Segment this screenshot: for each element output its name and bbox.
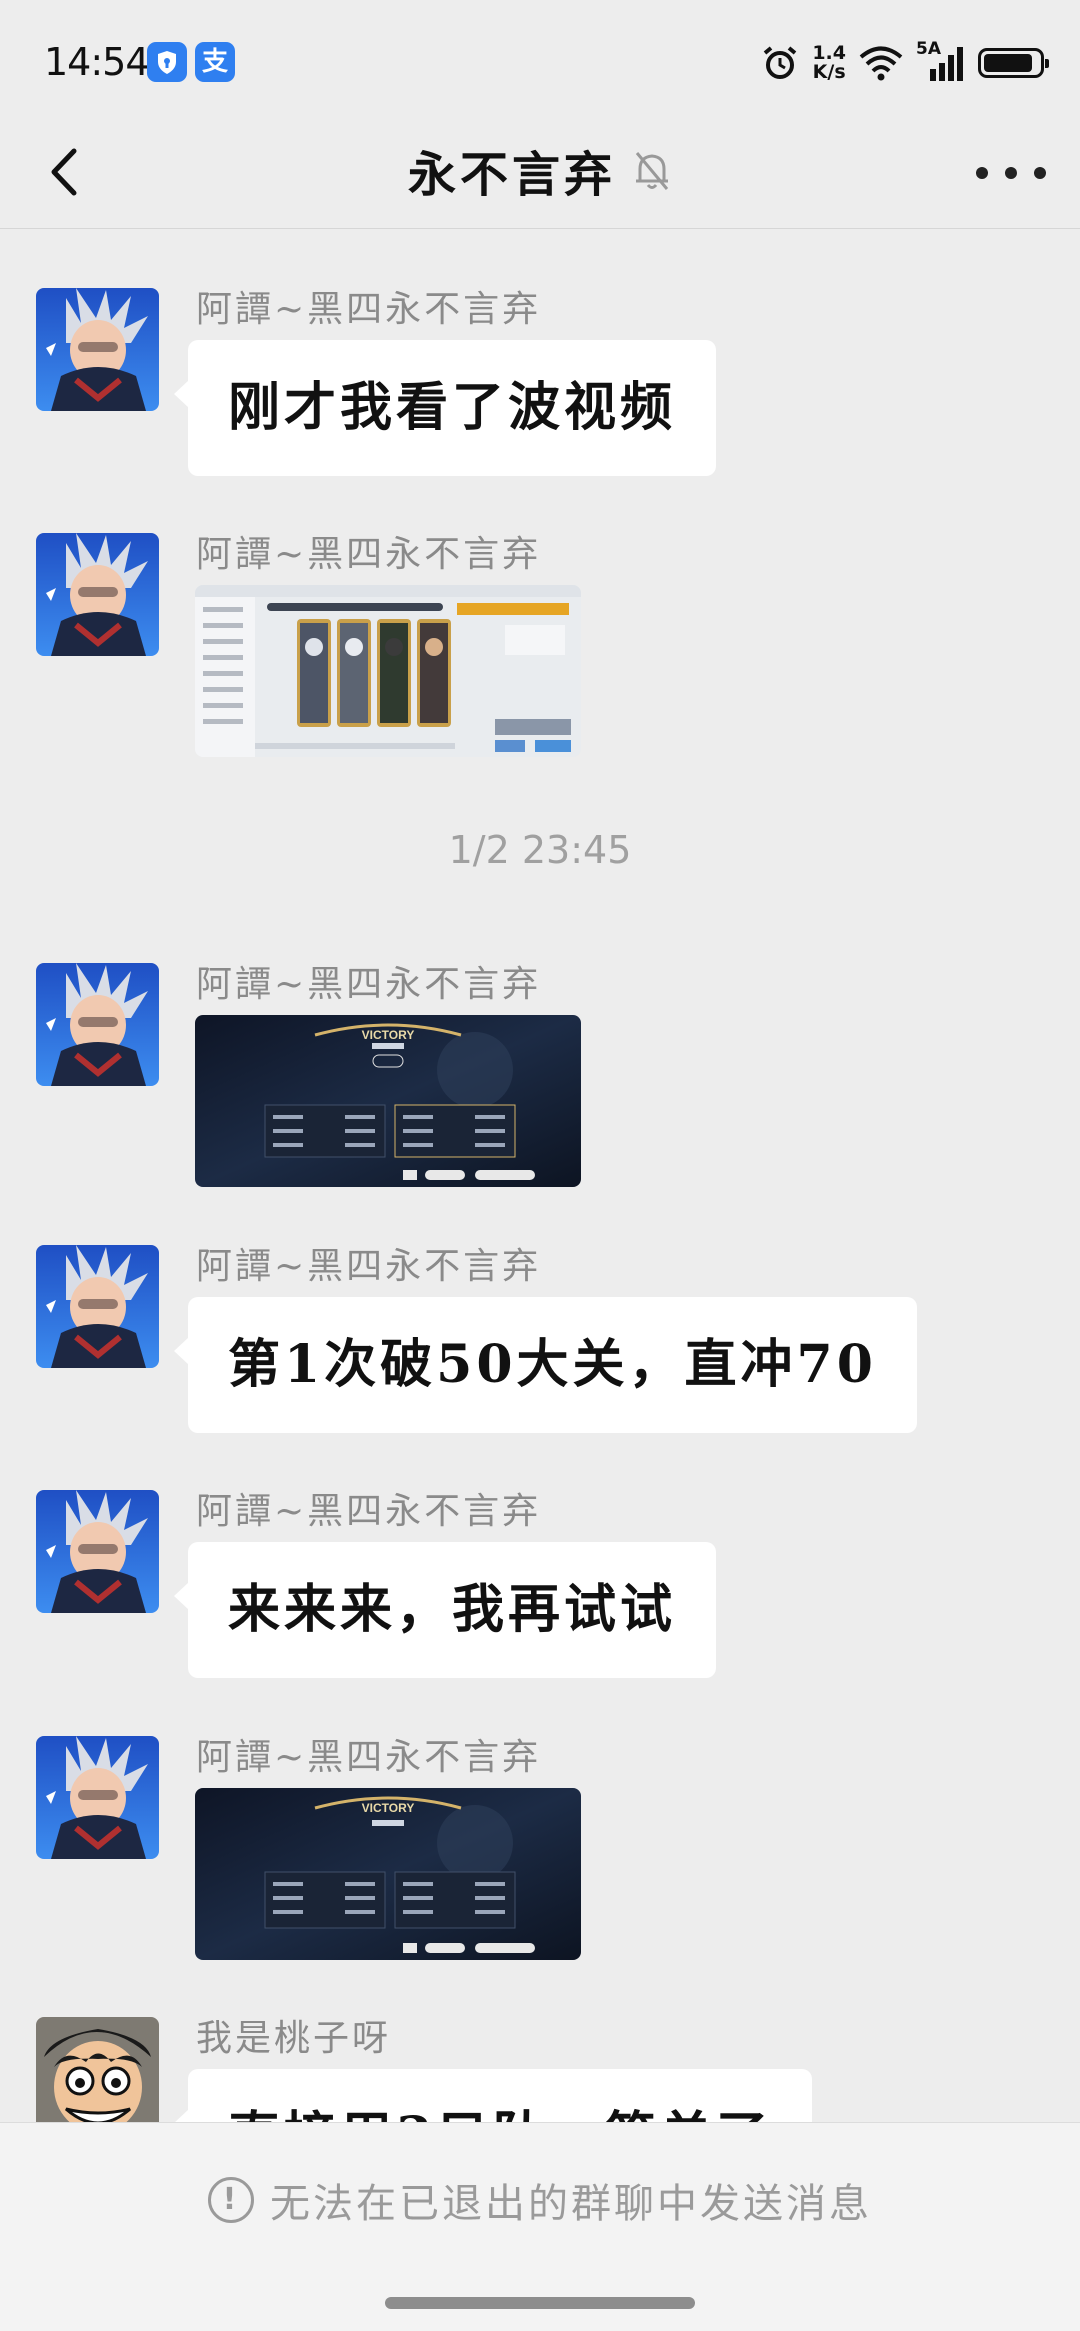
avatar[interactable]: [36, 2017, 159, 2122]
svg-text:VICTORY: VICTORY: [362, 1801, 415, 1815]
text-bubble[interactable]: 直接用3只队，简单了: [173, 2069, 813, 2122]
left-group-notice: ! 无法在已退出的群聊中发送消息: [0, 2171, 1080, 2229]
battery-icon: [978, 48, 1049, 78]
message-timestamp: 1/2 23:45: [448, 828, 632, 872]
chat-messages[interactable]: 阿譚~黑四永不言弃 刚才我看了波视频 阿譚~黑四永不言弃 1/2 23:45 阿…: [0, 229, 1080, 2122]
bell-off-icon: [635, 152, 669, 190]
cellular-signal-icon: 5A: [916, 39, 966, 83]
status-bar: 14:54 支 1.4 K/s 5A: [0, 0, 1080, 125]
avatar[interactable]: [36, 1490, 159, 1613]
sender-name: 我是桃子呀: [196, 2018, 392, 2059]
avatar[interactable]: [36, 1736, 159, 1859]
exclamation-circle-icon: !: [208, 2177, 254, 2223]
svg-text:VICTORY: VICTORY: [362, 1028, 415, 1042]
input-area: ! 无法在已退出的群聊中发送消息: [0, 2122, 1080, 2331]
dot-icon: [976, 167, 988, 179]
shield-app-icon: [147, 42, 187, 82]
status-time: 14:54: [44, 40, 150, 84]
wifi-icon: [859, 46, 903, 81]
sender-name: 阿譚~黑四永不言弃: [196, 1737, 542, 1778]
sender-name: 阿譚~黑四永不言弃: [196, 1246, 542, 1287]
avatar[interactable]: [36, 533, 159, 656]
sender-name: 阿譚~黑四永不言弃: [196, 1491, 542, 1532]
notice-text: 无法在已退出的群聊中发送消息: [270, 2181, 872, 2227]
text-bubble[interactable]: 来来来，我再试试: [173, 1542, 717, 1678]
text-bubble[interactable]: 刚才我看了波视频: [173, 340, 717, 476]
chat-title: 永不言弃: [407, 147, 616, 203]
more-options-button[interactable]: [976, 143, 1046, 203]
alarm-icon: [764, 46, 797, 79]
victory-screenshot-image[interactable]: VICTORY: [195, 1015, 581, 1187]
status-icons: 1.4 K/s 5A: [760, 39, 1049, 86]
chat-title-area: 永不言弃: [0, 125, 1080, 215]
sender-name: 阿譚~黑四永不言弃: [196, 534, 542, 575]
avatar[interactable]: [36, 1245, 159, 1368]
sender-name: 阿譚~黑四永不言弃: [196, 964, 542, 1005]
text-bubble[interactable]: 第1次破50大关，直冲70: [174, 1297, 917, 1433]
dot-icon: [1005, 167, 1017, 179]
chat-header: 永不言弃: [0, 125, 1080, 229]
team-roster-screenshot-image[interactable]: [195, 585, 581, 757]
victory-screenshot-image[interactable]: VICTORY: [195, 1788, 581, 1960]
dot-icon: [1034, 167, 1046, 179]
home-indicator[interactable]: [385, 2297, 695, 2309]
avatar[interactable]: [36, 288, 159, 411]
sender-name: 阿譚~黑四永不言弃: [196, 289, 542, 330]
net-speed: 1.4 K/s: [812, 42, 846, 83]
alipay-app-icon: 支: [195, 42, 235, 82]
avatar[interactable]: [36, 963, 159, 1086]
